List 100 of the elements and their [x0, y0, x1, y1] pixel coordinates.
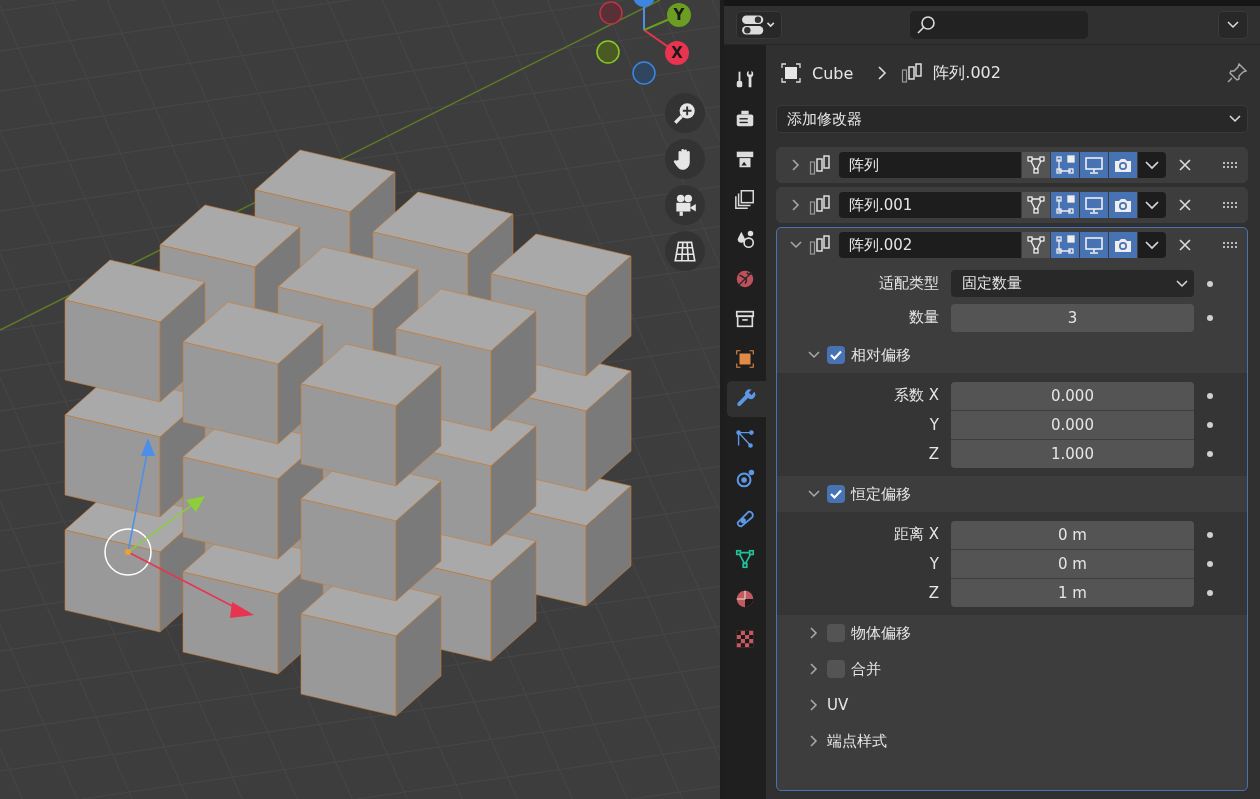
vertices-icon [1055, 235, 1075, 255]
triangle-icon [734, 548, 756, 570]
add-modifier-dropdown[interactable]: 添加修改器 [776, 105, 1248, 133]
number-field[interactable]: 0.000 [951, 381, 1194, 410]
layers-icon [734, 188, 756, 210]
link-icon [734, 508, 756, 530]
number-field[interactable]: 0 m [951, 549, 1194, 578]
section-title: UV [827, 696, 849, 714]
check-icon [829, 348, 843, 362]
section-title: 合并 [851, 659, 881, 679]
field-label: 系数 X [892, 386, 940, 405]
field-label: 适配类型 [878, 274, 940, 293]
caret-icon [1176, 279, 1188, 288]
array-icon [901, 62, 924, 84]
camera-toggle[interactable] [1109, 192, 1137, 218]
drag-handle-icon[interactable] [1223, 201, 1239, 209]
field-label: Y [928, 415, 940, 434]
object-icon [780, 62, 802, 84]
box-icon [734, 308, 756, 330]
field-label: Z [927, 583, 940, 602]
array-icon [809, 154, 831, 176]
caret-icon [1227, 21, 1239, 29]
orbit-icon [734, 468, 756, 490]
triangle-icon [1026, 155, 1046, 175]
close-icon[interactable] [1178, 238, 1192, 252]
mesh-toggle[interactable] [1022, 232, 1050, 258]
mesh-toggle[interactable] [1022, 192, 1050, 218]
keyframe-dot[interactable] [1207, 531, 1213, 538]
modifier-name-field[interactable]: 阵列.002 [839, 232, 1021, 258]
field-label: 距离 X [892, 525, 940, 544]
close-icon[interactable] [1178, 158, 1192, 172]
section-title: 恒定偏移 [851, 484, 911, 504]
drag-handle-icon[interactable] [1223, 161, 1239, 169]
number-field[interactable]: 0.000 [951, 410, 1194, 439]
search-icon [916, 15, 936, 35]
caret-icon [1145, 240, 1159, 250]
monitor-toggle[interactable] [1080, 232, 1108, 258]
edit-mode-toggle[interactable] [1051, 192, 1079, 218]
camera-toggle[interactable] [1109, 152, 1137, 178]
number-field[interactable]: 3 [951, 303, 1194, 332]
monitor-icon [1084, 155, 1104, 175]
edit-mode-toggle[interactable] [1051, 232, 1079, 258]
number-field[interactable]: 0 m [951, 520, 1194, 549]
keyframe-dot[interactable] [1207, 314, 1213, 321]
monitor-toggle[interactable] [1080, 152, 1108, 178]
number-field[interactable]: 1 m [951, 578, 1194, 607]
fit-type-dropdown[interactable]: 固定数量 [951, 270, 1194, 297]
caret-button[interactable] [1138, 192, 1166, 218]
triangle-icon [1026, 195, 1046, 215]
keyframe-dot[interactable] [1207, 392, 1213, 399]
object-name: Cube [812, 63, 854, 83]
monitor-icon [1084, 235, 1104, 255]
tools-icon [734, 68, 756, 90]
caret-button[interactable] [1138, 232, 1166, 258]
nodes-icon [734, 428, 756, 450]
search-field[interactable] [910, 11, 1088, 39]
camera-toggle[interactable] [1109, 232, 1137, 258]
section-title: 端点样式 [827, 731, 887, 751]
caret-icon [1145, 160, 1159, 170]
checker-icon [734, 628, 756, 650]
section-title: 相对偏移 [851, 345, 911, 365]
vertices-icon [1055, 195, 1075, 215]
editor-type-button[interactable] [736, 11, 782, 39]
chevron-icon [877, 65, 888, 81]
pin-icon[interactable] [1226, 62, 1248, 84]
drag-handle-icon[interactable] [1223, 241, 1239, 249]
modifier-name-field[interactable]: 阵列.001 [839, 192, 1021, 218]
vertices-icon [1055, 155, 1075, 175]
modifier-name-field[interactable]: 阵列 [839, 152, 1021, 178]
checkbox[interactable] [827, 346, 845, 364]
number-field[interactable]: 1.000 [951, 439, 1194, 468]
keyframe-dot[interactable] [1207, 589, 1213, 596]
caret-icon [1145, 200, 1159, 210]
array-icon [809, 194, 831, 216]
options-dropdown[interactable] [1218, 11, 1248, 39]
modifier-name: 阵列.002 [933, 62, 1001, 84]
keyframe-dot[interactable] [1207, 421, 1213, 428]
edit-mode-toggle[interactable] [1051, 152, 1079, 178]
keyframe-dot[interactable] [1207, 560, 1213, 567]
keyframe-dot[interactable] [1207, 280, 1213, 287]
mesh-toggle[interactable] [1022, 152, 1050, 178]
caret-icon [1229, 115, 1241, 123]
square-icon [734, 348, 756, 370]
triangle-icon [1026, 235, 1046, 255]
field-label: Y [928, 554, 940, 573]
array-icon [809, 234, 831, 256]
close-icon[interactable] [1178, 198, 1192, 212]
field-label: Z [927, 444, 940, 463]
sphere-icon [734, 588, 756, 610]
toggle-icon [741, 14, 777, 36]
keyframe-dot[interactable] [1207, 450, 1213, 457]
check-icon [829, 487, 843, 501]
modifier-tab[interactable] [727, 381, 767, 417]
globe-icon [734, 268, 756, 290]
monitor-icon [1084, 195, 1104, 215]
caret-button[interactable] [1138, 152, 1166, 178]
monitor-toggle[interactable] [1080, 192, 1108, 218]
checkbox[interactable] [827, 485, 845, 503]
field-label: 数量 [908, 308, 940, 327]
section-title: 物体偏移 [851, 623, 911, 643]
